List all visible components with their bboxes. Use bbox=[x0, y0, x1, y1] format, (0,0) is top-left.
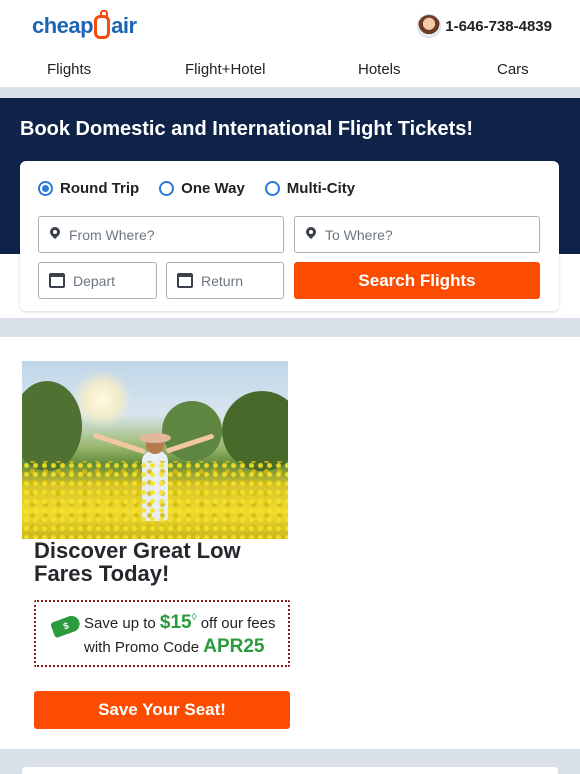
promo-heading: Discover Great Low Fares Today! bbox=[34, 538, 241, 586]
round-trip-label: Round Trip bbox=[60, 180, 140, 197]
trip-type-group: Round Trip One Way Multi-City bbox=[38, 180, 355, 197]
logo-luggage-icon bbox=[94, 10, 111, 39]
promo-off-text: off our fees bbox=[196, 615, 276, 632]
return-date-input[interactable]: Return bbox=[166, 262, 284, 299]
nav-cars[interactable]: Cars bbox=[497, 61, 529, 78]
radio-checked-icon bbox=[38, 181, 53, 196]
multi-city-label: Multi-City bbox=[286, 180, 356, 197]
promo-code-box: $ Save up to $15◊ off our fees with Prom… bbox=[34, 600, 290, 667]
agent-avatar bbox=[417, 14, 442, 38]
divider-band bbox=[0, 318, 580, 337]
flower-field bbox=[22, 461, 288, 539]
radio-unchecked-icon bbox=[264, 181, 280, 196]
promo-code: APR25 bbox=[203, 636, 265, 657]
woman-arm bbox=[92, 432, 147, 455]
nav-flights[interactable]: Flights bbox=[47, 61, 91, 78]
main-nav: Flights Flight+Hotel Hotels Cars bbox=[0, 52, 580, 88]
from-where-placeholder: From Where? bbox=[69, 226, 155, 243]
save-your-seat-button[interactable]: Save Your Seat! bbox=[34, 691, 290, 729]
promo-line-2: with Promo Code APR25 bbox=[84, 636, 264, 658]
depart-date-input[interactable]: Depart bbox=[38, 262, 157, 299]
promo-code-label: with Promo Code bbox=[84, 639, 204, 656]
calendar-icon bbox=[49, 273, 65, 288]
one-way-radio[interactable]: One Way bbox=[159, 180, 245, 197]
logo-text-right: air bbox=[111, 13, 137, 38]
return-placeholder: Return bbox=[201, 272, 244, 289]
promo-amount: $15 bbox=[159, 612, 192, 633]
promo-hero-image[interactable] bbox=[22, 361, 288, 539]
location-pin-icon bbox=[49, 227, 61, 243]
sun-hat bbox=[139, 433, 171, 443]
tree-shape bbox=[222, 391, 288, 471]
hero-title: Book Domestic and International Flight T… bbox=[20, 118, 474, 140]
radio-unchecked-icon bbox=[159, 181, 175, 196]
promo-line-1: Save up to $15◊ off our fees bbox=[84, 612, 276, 634]
to-where-input[interactable]: To Where? bbox=[294, 216, 540, 253]
nav-flight-hotel[interactable]: Flight+Hotel bbox=[185, 61, 265, 78]
cheapoair-logo[interactable]: cheap air bbox=[32, 10, 137, 42]
divider-band bbox=[0, 88, 580, 98]
next-section-card bbox=[22, 767, 558, 774]
logo-text-left: cheap bbox=[32, 13, 94, 38]
location-pin-icon bbox=[305, 227, 317, 243]
depart-placeholder: Depart bbox=[73, 272, 116, 289]
calendar-icon bbox=[177, 273, 193, 288]
search-flights-button[interactable]: Search Flights bbox=[294, 262, 540, 299]
header: cheap air 1-646-738-4839 bbox=[0, 0, 580, 52]
phone-contact[interactable]: 1-646-738-4839 bbox=[417, 14, 552, 38]
multi-city-radio[interactable]: Multi-City bbox=[264, 180, 356, 197]
promo-save-text: Save up to bbox=[84, 615, 160, 632]
phone-number: 1-646-738-4839 bbox=[445, 17, 552, 35]
one-way-label: One Way bbox=[181, 180, 245, 197]
nav-hotels[interactable]: Hotels bbox=[358, 61, 401, 78]
round-trip-radio[interactable]: Round Trip bbox=[38, 180, 139, 197]
from-where-input[interactable]: From Where? bbox=[38, 216, 284, 253]
price-tag-icon: $ bbox=[50, 613, 82, 639]
to-where-placeholder: To Where? bbox=[325, 226, 393, 243]
